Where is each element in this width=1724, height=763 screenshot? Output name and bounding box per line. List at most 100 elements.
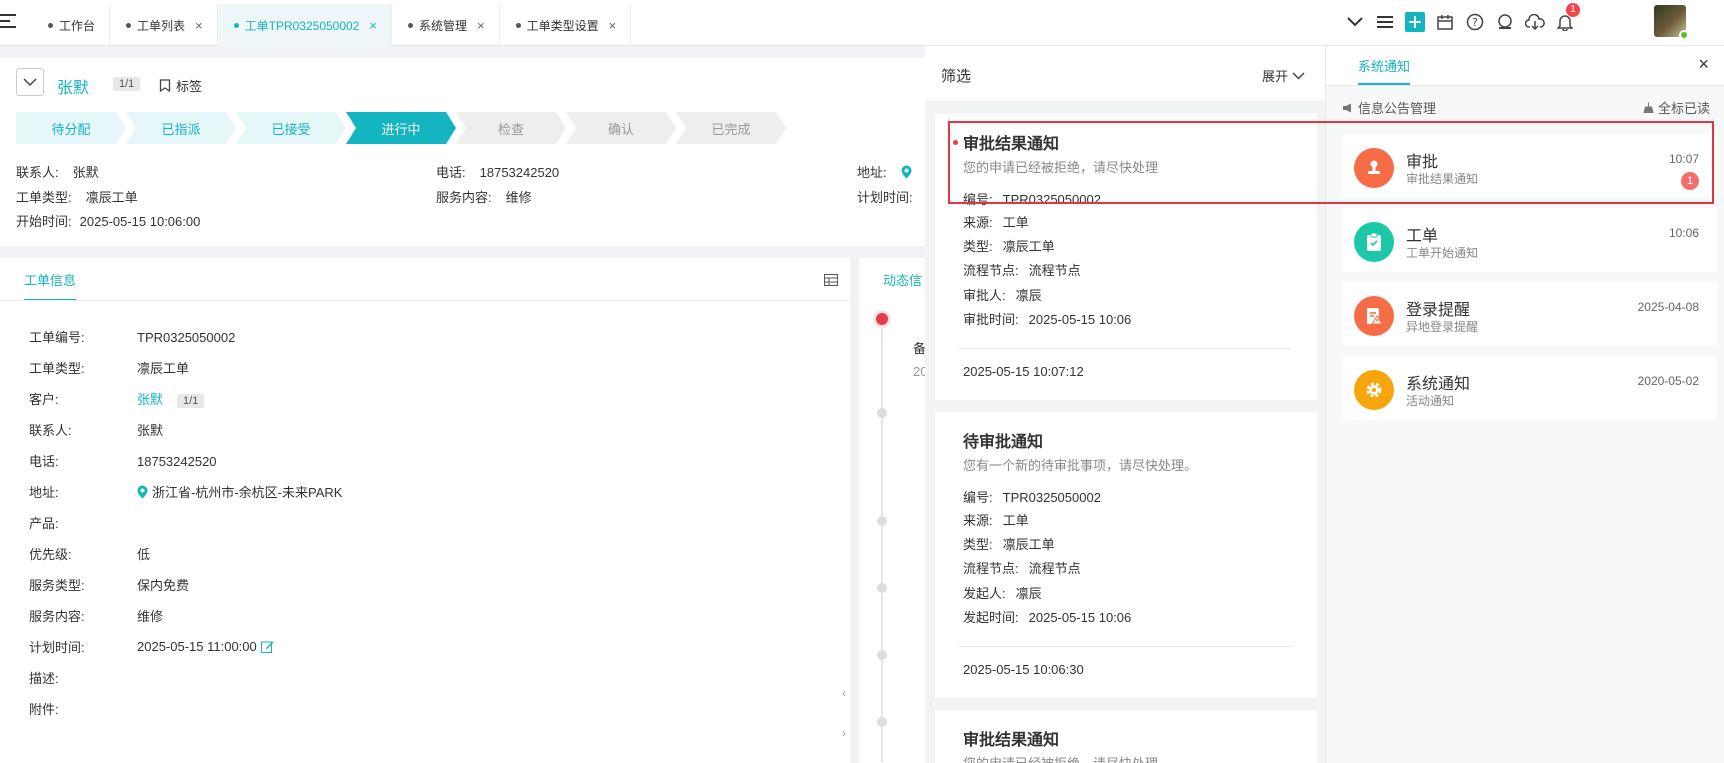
field-label: 服务类型: (29, 578, 85, 593)
field-label: 计划时间: (857, 190, 913, 205)
tab-workorder-type-settings[interactable]: 工单类型设置 × (500, 4, 632, 46)
customer-name-link[interactable]: 张默 (57, 74, 89, 98)
notification-bell-icon[interactable]: 1 (1554, 3, 1580, 33)
tab-close-icon[interactable]: × (609, 18, 617, 33)
filter-header: 筛选 展开 (925, 46, 1325, 102)
field-row: 服务类型: 保内免费 (29, 575, 189, 594)
field-label: 电话: (29, 454, 59, 469)
field-label: 流程节点: (963, 561, 1019, 576)
field-label: 类型: (963, 239, 993, 254)
timeline-dot-active (876, 313, 888, 325)
notification-category-login[interactable]: 登录提醒 异地登录提醒 2025-04-08 (1342, 282, 1717, 346)
field-value: 流程节点 (1028, 263, 1081, 278)
step-item: 已完成 (676, 112, 786, 144)
field-label: 产品: (29, 516, 59, 531)
add-icon[interactable] (1404, 11, 1426, 33)
help-icon[interactable]: ? (1464, 11, 1486, 33)
tab-system-management[interactable]: 系统管理 × (392, 4, 500, 46)
field-value: 凛辰 (1015, 586, 1042, 601)
unread-dot (953, 140, 958, 145)
tag-label: 标签 (176, 79, 203, 94)
category-time: 2025-04-08 (1637, 300, 1699, 314)
notification-category-workorder[interactable]: 工单 工单开始通知 10:06 (1342, 208, 1717, 272)
top-bar: 工作台 工单列表 × 工单TPR0325050002 × 系统管理 × 工单类型设置 ×… (0, 0, 1724, 46)
field-label: 工单类型: (29, 361, 85, 376)
announcement-management-link[interactable]: 信息公告管理 (1342, 98, 1436, 117)
notification-count-badge: 1 (1566, 3, 1580, 17)
notification-row: 流程节点: 流程节点 (963, 260, 1081, 279)
tab-close-icon[interactable]: × (477, 18, 485, 33)
table-view-icon[interactable] (824, 274, 838, 286)
collapse-button[interactable] (16, 68, 44, 96)
field-row: 产品: (29, 513, 137, 532)
category-title: 工单 (1406, 228, 1439, 245)
field-value: 张默 (137, 423, 164, 438)
category-subtitle: 工单开始通知 (1406, 246, 1479, 260)
customer-page-indicator: 1/1 (113, 77, 141, 91)
tab-workorder-list[interactable]: 工单列表 × (110, 4, 218, 46)
notification-row: 类型: 凛辰工单 (963, 236, 1055, 255)
notification-title: 审批结果通知 (963, 732, 1060, 749)
field-label: 审批时间: (963, 312, 1019, 327)
field-label: 审批人: (963, 288, 1006, 303)
tab-close-icon[interactable]: × (369, 18, 377, 33)
field-row: 附件: (29, 699, 137, 718)
tab-system-notification[interactable]: 系统通知 (1358, 56, 1411, 85)
notification-row: 发起人: 凛辰 (963, 583, 1042, 602)
collapse-left-icon[interactable]: ‹ (842, 686, 846, 700)
edit-icon[interactable] (260, 640, 274, 653)
tab-close-icon[interactable]: × (195, 18, 203, 33)
tab-workbench[interactable]: 工作台 (32, 4, 111, 46)
timeline-dot (877, 516, 887, 526)
field-row: 工单类型: 凛辰工单 (29, 358, 189, 377)
notification-card[interactable]: 待审批通知 您有一个新的待审批事项，请尽快处理。 编号: TPR032505000… (935, 412, 1317, 698)
system-notification-header: 系统通知 × (1326, 46, 1724, 86)
field-row: 地址: 浙江省-杭州市-余杭区-未来PARK (29, 482, 342, 501)
field-label: 客户: (29, 392, 59, 407)
close-icon[interactable]: × (1698, 54, 1709, 75)
field-row: 联系人: 张默 (29, 420, 163, 439)
tab-label: 系统管理 (418, 18, 467, 33)
step-item: 已接受 (236, 112, 346, 144)
notification-category-approval[interactable]: 审批 审批结果通知 10:07 1 (1342, 134, 1717, 198)
tab-label: 工单TPR0325050002 (244, 18, 360, 33)
phone-summary: 电话: 18753242520 (436, 162, 559, 181)
mark-all-read-button[interactable]: 全标已读 (1643, 98, 1710, 117)
customer-link[interactable]: 张默 (137, 392, 163, 407)
notification-card[interactable]: 审批结果通知 您的申请已经被拒绝，请尽快处理 (935, 710, 1317, 763)
collapse-right-icon[interactable]: › (842, 726, 846, 740)
field-row: 电话: 18753242520 (29, 451, 217, 470)
clipboard-icon (1354, 222, 1394, 262)
address-summary: 地址: (857, 162, 912, 181)
service-agent-icon[interactable] (1494, 11, 1516, 33)
field-value: 工单 (1002, 513, 1029, 528)
notification-desc: 您的申请已经被拒绝，请尽快处理 (963, 160, 1159, 175)
category-title: 系统通知 (1406, 376, 1471, 393)
online-status-dot (1679, 30, 1689, 40)
tab-workorder-detail[interactable]: 工单TPR0325050002 × (217, 4, 392, 46)
field-value: 张默 (72, 165, 99, 180)
expand-filter-button[interactable]: 展开 (1262, 66, 1305, 85)
tab-workorder-info[interactable]: 工单信息 (24, 270, 77, 301)
field-label: 服务内容: (29, 609, 85, 624)
tabs-dropdown-icon[interactable] (1344, 11, 1366, 33)
page-tabs: 工作台 工单列表 × 工单TPR0325050002 × 系统管理 × 工单类型设置 × (32, 4, 632, 46)
gear-icon (1354, 370, 1394, 410)
notification-list-drawer: 筛选 展开 审批结果通知 您的申请已经被拒绝，请尽快处理 编号: TPR03250… (925, 46, 1325, 763)
location-pin-icon (901, 165, 912, 178)
menu-collapse-icon[interactable] (0, 14, 18, 28)
section-label: 信息公告管理 (1358, 101, 1437, 116)
tab-activity[interactable]: 动态信 (883, 270, 922, 289)
list-menu-icon[interactable] (1374, 11, 1396, 33)
tag-button[interactable]: 标签 (159, 76, 202, 95)
calendar-icon[interactable] (1434, 11, 1456, 33)
notification-category-system[interactable]: 系统通知 活动通知 2020-05-02 (1342, 356, 1717, 420)
cloud-download-icon[interactable] (1524, 11, 1546, 33)
notification-desc: 您的申请已经被拒绝，请尽快处理 (963, 753, 1158, 763)
field-label: 电话: (436, 165, 466, 180)
notification-card[interactable]: 审批结果通知 您的申请已经被拒绝，请尽快处理 编号: TPR0325050002 … (935, 114, 1317, 400)
stamp-icon (1354, 148, 1394, 188)
category-title: 审批 (1406, 154, 1439, 171)
unread-count-badge: 1 (1681, 172, 1699, 190)
user-avatar[interactable] (1654, 5, 1689, 40)
